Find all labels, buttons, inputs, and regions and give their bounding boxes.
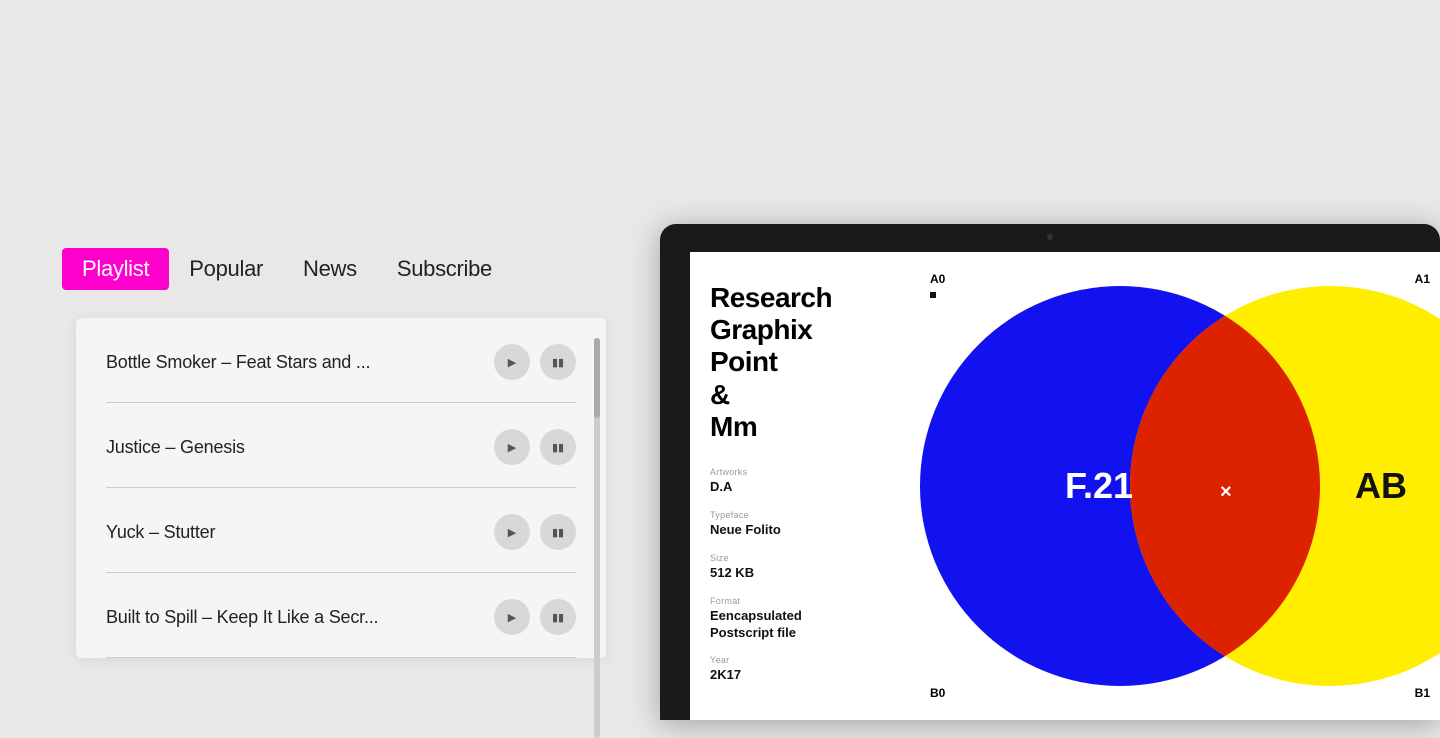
year-label: Year <box>710 655 870 665</box>
tab-playlist[interactable]: Playlist <box>62 248 169 290</box>
list-item: Bottle Smoker – Feat Stars and ... ▶ ▮▮ <box>76 318 606 403</box>
tab-news[interactable]: News <box>283 248 377 290</box>
venn-svg: F.21 × AB <box>890 252 1440 720</box>
play-button[interactable]: ▶ <box>494 514 530 550</box>
typeface-info: Typeface Neue Folito <box>710 510 870 539</box>
svg-text:AB: AB <box>1355 465 1407 506</box>
pause-button[interactable]: ▮▮ <box>540 514 576 550</box>
scrollbar[interactable] <box>594 338 600 738</box>
typeface-label: Typeface <box>710 510 870 520</box>
venn-diagram-area: A0 A1 B0 B1 <box>890 252 1440 720</box>
typeface-value: Neue Folito <box>710 522 870 539</box>
year-info: Year 2K17 <box>710 655 870 684</box>
track-title: Built to Spill – Keep It Like a Secr... <box>106 607 378 628</box>
play-button[interactable]: ▶ <box>494 599 530 635</box>
artworks-label: Artworks <box>710 467 870 477</box>
format-label: Format <box>710 596 870 606</box>
format-info: Format Eencapsulated Postscript file <box>710 596 870 642</box>
right-panel: Research Graphix Point & Mm Artworks D.A… <box>660 0 1440 720</box>
track-controls: ▶ ▮▮ <box>494 429 576 465</box>
playlist-card: Bottle Smoker – Feat Stars and ... ▶ ▮▮ … <box>76 318 606 658</box>
list-item: Yuck – Stutter ▶ ▮▮ <box>76 488 606 573</box>
size-value: 512 KB <box>710 565 870 582</box>
pause-button[interactable]: ▮▮ <box>540 344 576 380</box>
left-panel: Playlist Popular News Subscribe Bottle S… <box>0 0 660 720</box>
size-label: Size <box>710 553 870 563</box>
track-title: Justice – Genesis <box>106 437 245 458</box>
svg-text:F.21: F.21 <box>1065 465 1133 506</box>
pause-button[interactable]: ▮▮ <box>540 599 576 635</box>
play-button[interactable]: ▶ <box>494 429 530 465</box>
artworks-info: Artworks D.A <box>710 467 870 496</box>
tab-popular[interactable]: Popular <box>169 248 283 290</box>
svg-text:×: × <box>1220 481 1232 503</box>
font-info-panel: Research Graphix Point & Mm Artworks D.A… <box>690 252 890 720</box>
track-title: Yuck – Stutter <box>106 522 215 543</box>
size-info: Size 512 KB <box>710 553 870 582</box>
camera-dot <box>1047 234 1053 240</box>
artworks-value: D.A <box>710 479 870 496</box>
track-title: Bottle Smoker – Feat Stars and ... <box>106 352 370 373</box>
font-name: Research Graphix Point & Mm <box>710 282 870 443</box>
monitor-frame: Research Graphix Point & Mm Artworks D.A… <box>660 224 1440 720</box>
monitor-screen: Research Graphix Point & Mm Artworks D.A… <box>690 252 1440 720</box>
tab-subscribe[interactable]: Subscribe <box>377 248 512 290</box>
play-button[interactable]: ▶ <box>494 344 530 380</box>
track-controls: ▶ ▮▮ <box>494 599 576 635</box>
scrollbar-thumb[interactable] <box>594 338 600 418</box>
pause-button[interactable]: ▮▮ <box>540 429 576 465</box>
format-value: Eencapsulated Postscript file <box>710 608 870 642</box>
track-controls: ▶ ▮▮ <box>494 344 576 380</box>
list-item: Built to Spill – Keep It Like a Secr... … <box>76 573 606 658</box>
list-item: Justice – Genesis ▶ ▮▮ <box>76 403 606 488</box>
nav-tabs: Playlist Popular News Subscribe <box>62 248 512 290</box>
year-value: 2K17 <box>710 667 870 684</box>
track-controls: ▶ ▮▮ <box>494 514 576 550</box>
